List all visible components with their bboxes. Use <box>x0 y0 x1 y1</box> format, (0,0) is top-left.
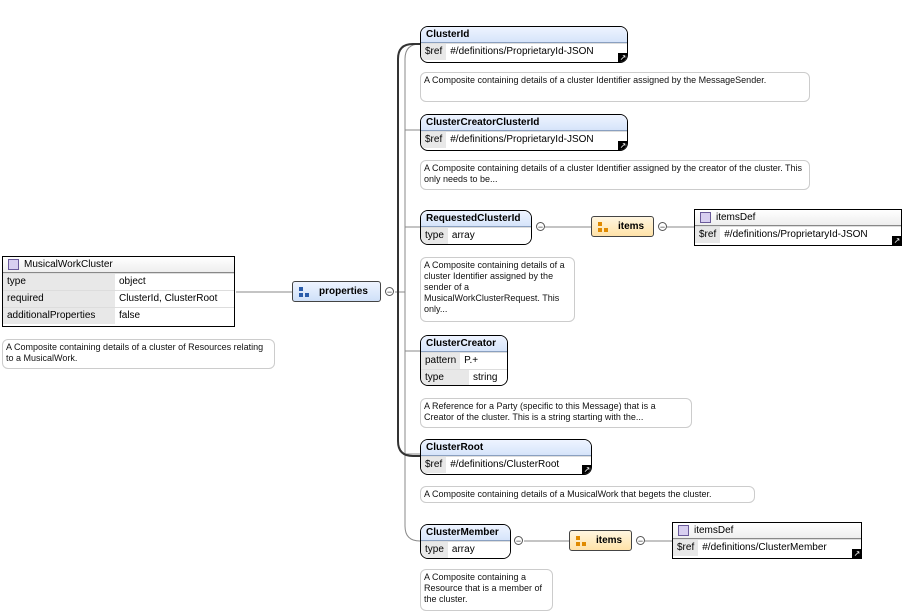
cluster-creator-cluster-id-doc: A Composite containing details of a clus… <box>420 160 810 190</box>
ref-link-icon[interactable]: ↗ <box>618 53 627 62</box>
row-key: $ref <box>421 44 447 60</box>
cluster-id-doc: A Composite containing details of a clus… <box>420 72 810 102</box>
node-title: ClusterCreatorClusterId <box>421 115 627 131</box>
row-key: $ref <box>421 457 447 473</box>
node-title: RequestedClusterId <box>421 211 531 227</box>
requested-cluster-id-items-def-node[interactable]: itemsDef $ref #/definitions/ProprietaryId… <box>694 209 902 246</box>
row-value: #/definitions/ProprietaryId-JSON <box>720 227 901 243</box>
sequence-icon <box>576 536 586 546</box>
row-key: additionalProperties <box>3 308 115 324</box>
cluster-creator-cluster-id-node[interactable]: ClusterCreatorClusterId $ref #/definition… <box>420 114 628 151</box>
row-value: #/definitions/ProprietaryId-JSON <box>446 132 627 148</box>
cluster-member-doc: A Composite containing a Resource that i… <box>420 569 553 611</box>
cluster-member-node[interactable]: ClusterMember type array <box>420 524 511 559</box>
root-node-header: MusicalWorkCluster <box>3 257 234 273</box>
cluster-root-doc: A Composite containing details of a Musi… <box>420 486 755 503</box>
schema-object-icon <box>678 524 689 536</box>
cluster-id-node[interactable]: ClusterId $ref #/definitions/ProprietaryI… <box>420 26 628 63</box>
schema-object-icon <box>8 258 19 270</box>
items-label: items <box>618 221 645 232</box>
row-value: string <box>469 370 507 385</box>
root-node[interactable]: MusicalWorkCluster type object required Cl… <box>2 256 235 327</box>
root-row-type: type object <box>3 273 234 290</box>
items-label: items <box>596 535 623 546</box>
node-title: ClusterCreator <box>421 336 507 352</box>
requested-cluster-id-collapse-icon[interactable]: − <box>536 222 545 232</box>
row-value: object <box>115 274 234 290</box>
row-key: required <box>3 291 115 307</box>
root-node-title: MusicalWorkCluster <box>24 259 113 270</box>
cluster-creator-doc: A Reference for a Party (specific to thi… <box>420 398 692 428</box>
root-doc: A Composite containing details of a clus… <box>2 339 275 369</box>
row-key: type <box>3 274 115 290</box>
requested-cluster-id-items-compositor[interactable]: items <box>591 216 654 237</box>
row-value: #/definitions/ClusterRoot <box>446 457 591 473</box>
row-key: pattern <box>421 353 461 369</box>
node-title: ClusterRoot <box>421 440 591 456</box>
node-title: ClusterId <box>421 27 627 43</box>
row-key: $ref <box>695 227 721 243</box>
items-collapse-icon[interactable]: − <box>658 222 667 232</box>
row-key: type <box>421 542 448 558</box>
requested-cluster-id-node[interactable]: RequestedClusterId type array <box>420 210 532 245</box>
row-key: $ref <box>421 132 447 148</box>
requested-cluster-id-doc: A Composite containing details of a clus… <box>420 257 575 322</box>
row-value: array <box>447 228 531 244</box>
row-value: P.+ <box>460 353 507 369</box>
ref-link-icon[interactable]: ↗ <box>618 141 627 150</box>
sequence-icon <box>299 287 309 297</box>
row-value: ClusterId, ClusterRoot <box>115 291 234 307</box>
properties-label: properties <box>319 286 368 297</box>
row-key: $ref <box>673 540 699 556</box>
node-title: ClusterMember <box>421 525 510 541</box>
cluster-root-node[interactable]: ClusterRoot $ref #/definitions/ClusterRoo… <box>420 439 592 475</box>
root-row-required: required ClusterId, ClusterRoot <box>3 290 234 307</box>
ref-link-icon[interactable]: ↗ <box>582 465 591 474</box>
cluster-member-collapse-icon[interactable]: − <box>514 536 523 546</box>
properties-compositor[interactable]: properties <box>292 281 381 302</box>
root-row-additional-properties: additionalProperties false <box>3 307 234 324</box>
row-value: false <box>115 308 234 324</box>
properties-collapse-icon[interactable]: − <box>385 287 394 297</box>
sequence-icon <box>598 222 608 232</box>
cluster-member-items-def-node[interactable]: itemsDef $ref #/definitions/ClusterMember… <box>672 522 862 559</box>
items-collapse-icon[interactable]: − <box>636 536 645 546</box>
node-title: itemsDef <box>716 212 756 223</box>
row-key: type <box>421 370 469 385</box>
ref-link-icon[interactable]: ↗ <box>892 236 902 246</box>
row-key: type <box>421 228 448 244</box>
row-value: #/definitions/ClusterMember <box>698 540 861 556</box>
cluster-member-items-compositor[interactable]: items <box>569 530 632 551</box>
node-title: itemsDef <box>694 525 734 536</box>
row-value: array <box>447 542 510 558</box>
row-value: #/definitions/ProprietaryId-JSON <box>446 44 627 60</box>
ref-link-icon[interactable]: ↗ <box>852 549 862 559</box>
cluster-creator-node[interactable]: ClusterCreator pattern P.+ type string <box>420 335 508 386</box>
schema-object-icon <box>700 211 711 223</box>
